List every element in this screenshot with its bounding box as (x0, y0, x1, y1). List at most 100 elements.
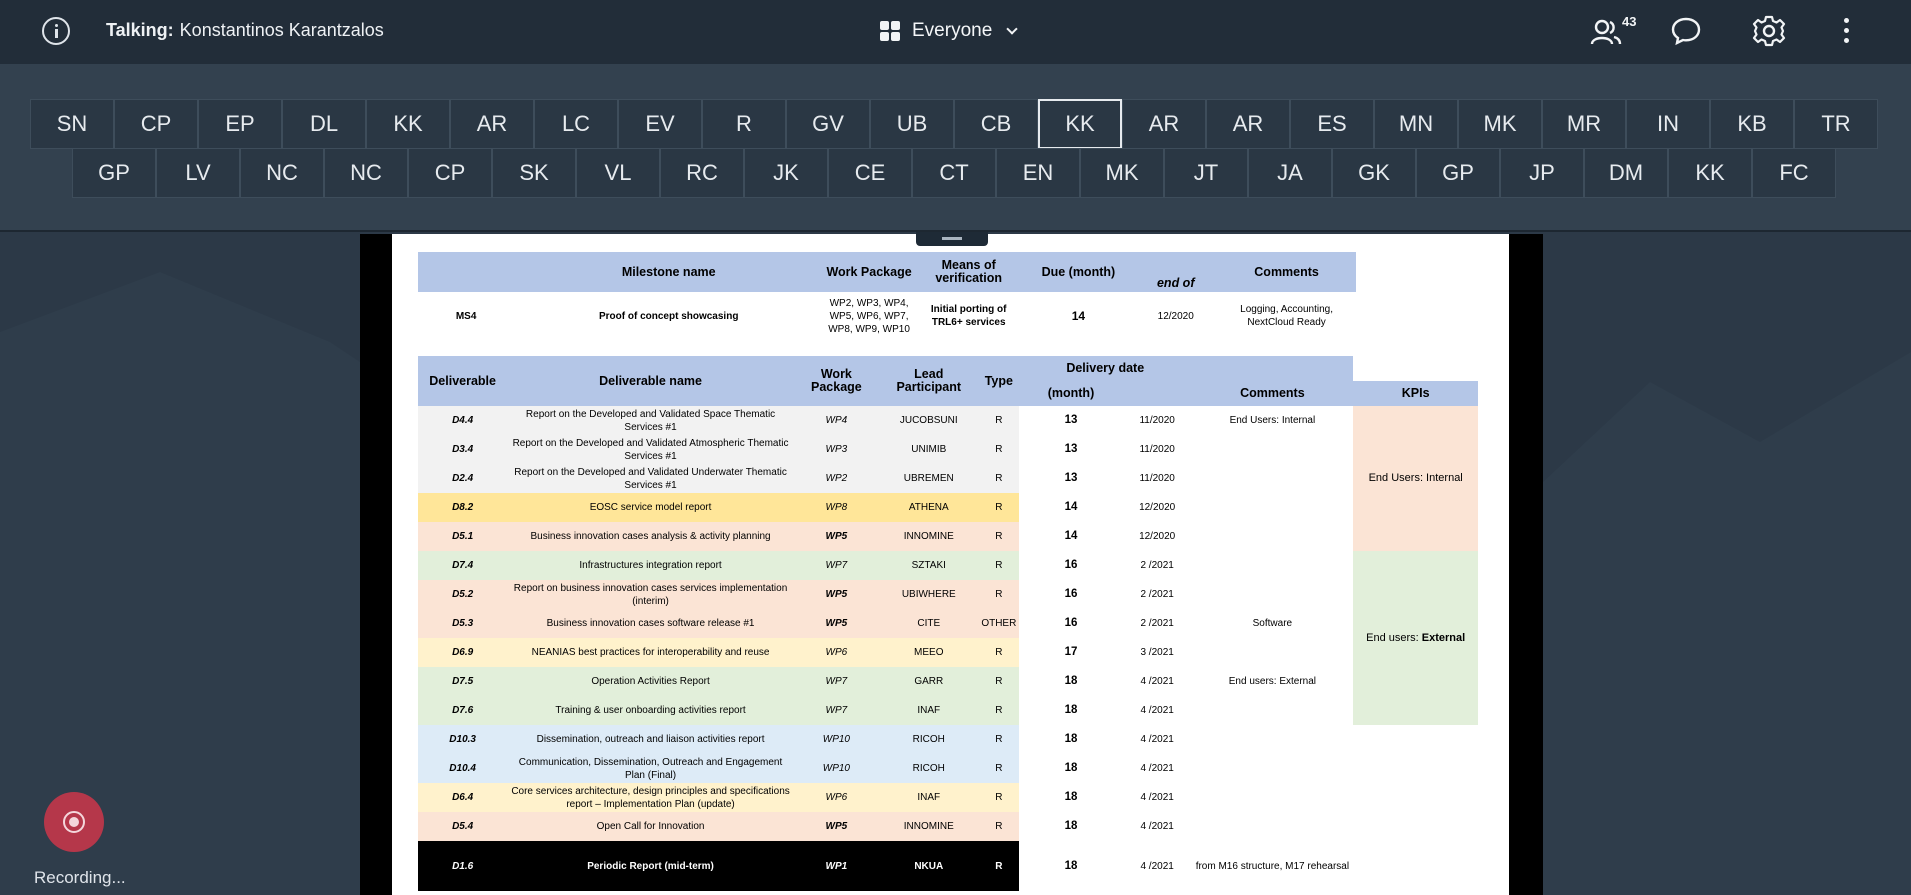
participant-tile[interactable]: GK (1332, 148, 1416, 198)
deliverable-comment (1191, 493, 1353, 522)
participant-tile[interactable]: GV (786, 99, 870, 149)
deliverable-date: 4 /2021 (1140, 821, 1174, 832)
deliverable-row: D6.4 Core services architecture, design p… (418, 783, 1478, 812)
deliverable-comment: End users: External (1228, 676, 1317, 687)
deliverable-lead: INNOMINE (878, 812, 979, 841)
deliverable-wp: WP7 (793, 667, 879, 696)
participant-tile[interactable]: EV (618, 99, 702, 149)
deliverable-id: D1.6 (418, 841, 508, 891)
milestone-cell: Initial porting of TRL6+ services (930, 304, 1007, 328)
participant-tile[interactable]: MN (1374, 99, 1458, 149)
participant-tile[interactable]: JT (1164, 148, 1248, 198)
recording-label: Recording... (34, 868, 126, 887)
deliverable-lead: MEEO (878, 638, 979, 667)
participant-tile[interactable]: GP (72, 148, 156, 198)
chevron-down-icon (1006, 22, 1018, 35)
view-selector[interactable]: Everyone (880, 18, 1018, 44)
deliverables-header: Delivery date (1019, 356, 1192, 381)
participant-tile[interactable]: JP (1500, 148, 1584, 198)
participant-tile[interactable]: CT (912, 148, 996, 198)
deliverable-row: D1.6 Periodic Report (mid-term) WP1 NKUA R 18… (418, 841, 1478, 891)
deliverable-comment (1191, 638, 1353, 667)
participant-tile[interactable]: CE (828, 148, 912, 198)
participant-tile[interactable]: CB (954, 99, 1038, 149)
milestone-header: Milestone name (514, 252, 824, 292)
participant-tile[interactable]: SK (492, 148, 576, 198)
more-vertical-icon[interactable] (1840, 18, 1854, 46)
deliverable-id: D3.4 (418, 435, 508, 464)
participant-tile[interactable]: MK (1080, 148, 1164, 198)
kpi-empty (1353, 841, 1478, 891)
participant-tile[interactable]: UB (870, 99, 954, 149)
participant-tile[interactable]: LC (534, 99, 618, 149)
participant-tile[interactable]: KK (366, 99, 450, 149)
deliverable-wp: WP7 (793, 696, 879, 725)
participant-tile[interactable]: DL (282, 99, 366, 149)
participant-tile[interactable]: EN (996, 148, 1080, 198)
record-button[interactable] (44, 792, 104, 852)
deliverable-wp: WP8 (793, 493, 879, 522)
drag-handle-icon[interactable] (916, 232, 988, 246)
deliverable-row: D5.1 Business innovation cases analysis &… (418, 522, 1478, 551)
deliverable-id: D5.4 (418, 812, 508, 841)
participant-tile[interactable]: ES (1290, 99, 1374, 149)
participant-tile[interactable]: VL (576, 148, 660, 198)
participant-tile[interactable]: KB (1710, 99, 1794, 149)
participant-tile[interactable]: JK (744, 148, 828, 198)
deliverable-type: OTHER (978, 609, 1020, 638)
participant-tile[interactable]: RC (660, 148, 744, 198)
participant-tile[interactable]: AR (1206, 99, 1290, 149)
deliverables-header: KPIs (1353, 381, 1478, 406)
participant-tile[interactable]: LV (156, 148, 240, 198)
participant-tile[interactable]: MR (1542, 99, 1626, 149)
participant-tile[interactable]: EP (198, 99, 282, 149)
participant-tile[interactable]: NC (240, 148, 324, 198)
deliverable-type: R (978, 435, 1020, 464)
participant-tile[interactable]: MK (1458, 99, 1542, 149)
participant-tile[interactable]: DM (1584, 148, 1668, 198)
info-icon[interactable] (42, 17, 70, 45)
deliverables-header: (month) (1019, 381, 1123, 406)
deliverable-name: Communication, Dissemination, Outreach a… (507, 754, 794, 783)
participant-tile[interactable]: CP (408, 148, 492, 198)
chat-button[interactable] (1670, 16, 1702, 51)
deliverable-id: D6.4 (418, 783, 508, 812)
participant-tile[interactable]: CP (114, 99, 198, 149)
deliverable-date: 2 /2021 (1140, 618, 1174, 629)
view-selector-label: Everyone (912, 20, 993, 41)
milestone-header: Comments (1217, 252, 1356, 292)
deliverable-id: D6.9 (418, 638, 508, 667)
deliverable-wp: WP4 (793, 406, 879, 435)
deliverable-name: Report on business innovation cases serv… (507, 580, 794, 609)
participant-tile[interactable]: KK (1668, 148, 1752, 198)
participant-tile[interactable]: FC (1752, 148, 1836, 198)
milestone-table: Milestone name Work Package Means of ver… (418, 252, 1356, 340)
settings-button[interactable] (1752, 14, 1786, 53)
deliverable-date: 4 /2021 (1140, 705, 1174, 716)
deliverable-name: Report on the Developed and Validated Un… (507, 464, 794, 493)
deliverable-wp: WP5 (793, 522, 879, 551)
participant-tile[interactable]: AR (450, 99, 534, 149)
shared-screen[interactable]: Milestone name Work Package Means of ver… (360, 232, 1543, 895)
participant-tile[interactable]: AR (1122, 99, 1206, 149)
participant-tile[interactable]: SN (30, 99, 114, 149)
shared-document: Milestone name Work Package Means of ver… (392, 234, 1509, 895)
deliverable-month: 16 (1064, 588, 1078, 600)
participant-tile[interactable]: TR (1794, 99, 1878, 149)
deliverable-wp: WP10 (793, 754, 879, 783)
deliverable-comment (1191, 464, 1353, 493)
deliverable-name: Dissemination, outreach and liaison acti… (507, 725, 794, 754)
participant-tile[interactable]: R (702, 99, 786, 149)
participant-tile[interactable]: KK (1038, 99, 1122, 149)
participant-tile[interactable]: GP (1416, 148, 1500, 198)
participants-button[interactable]: 43 (1590, 14, 1642, 50)
deliverable-name: Infrastructures integration report (507, 551, 794, 580)
participant-tile[interactable]: NC (324, 148, 408, 198)
participant-tile[interactable]: IN (1626, 99, 1710, 149)
deliverable-type: R (978, 522, 1020, 551)
deliverable-type: R (978, 667, 1020, 696)
deliverables-header: Deliverable name (507, 356, 794, 406)
top-bar: Talking: Konstantinos Karantzalos Everyon… (0, 0, 1911, 64)
deliverable-row: D4.4 Report on the Developed and Validate… (418, 406, 1478, 551)
participant-tile[interactable]: JA (1248, 148, 1332, 198)
